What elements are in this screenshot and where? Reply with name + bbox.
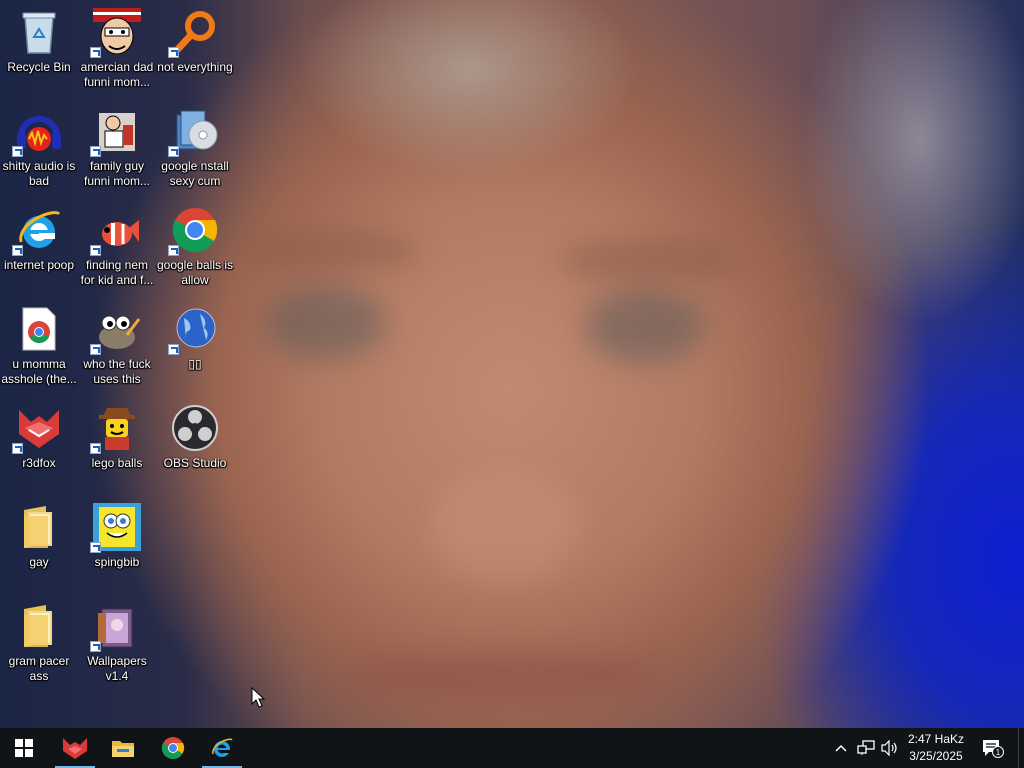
r3dfox-icon xyxy=(63,738,87,759)
start-button[interactable] xyxy=(0,728,48,768)
icon-label: not everything xyxy=(157,60,233,74)
taskbar-file-explorer-button[interactable] xyxy=(99,728,147,768)
network-wired-icon xyxy=(857,740,875,755)
show-hidden-icons-button[interactable] xyxy=(831,728,851,768)
icon-label: ▯▯ xyxy=(188,357,202,371)
desktop-icon-r3dfox[interactable]: r3dfox xyxy=(0,400,78,496)
desktop-icon-finding-nem[interactable]: finding nem for kid and f... xyxy=(78,202,156,298)
desktop-icon-spingbib[interactable]: spingbib xyxy=(78,499,156,595)
folder-icon xyxy=(15,503,63,551)
icon-label: finding nem for kid and f... xyxy=(80,258,154,287)
taskbar-chrome-button[interactable] xyxy=(149,728,197,768)
show-desktop-button[interactable] xyxy=(1018,728,1024,768)
windows-logo-icon xyxy=(15,739,33,757)
shortcut-arrow-icon xyxy=(90,146,101,157)
icon-label: internet poop xyxy=(3,258,75,272)
taskbar-r3dfox-button[interactable] xyxy=(51,728,99,768)
desktop-icon-not-everything[interactable]: not everything xyxy=(156,4,234,100)
icon-label: u momma asshole (the... xyxy=(1,357,77,386)
spongebob-icon xyxy=(90,503,141,553)
icon-label: amercian dad funni mom... xyxy=(80,60,154,89)
shortcut-arrow-icon xyxy=(168,344,179,355)
internet-explorer-icon xyxy=(12,206,63,256)
obs-studio-icon xyxy=(171,404,219,452)
shortcut-arrow-icon xyxy=(90,47,101,58)
desktop-icon-gram-pacer[interactable]: gram pacer ass xyxy=(0,598,78,694)
shortcut-arrow-icon xyxy=(168,47,179,58)
chevron-up-icon xyxy=(835,744,847,752)
shortcut-arrow-icon xyxy=(90,443,101,454)
desktop-icon-google-balls[interactable]: google balls is allow xyxy=(156,202,234,298)
folder-icon xyxy=(15,602,63,650)
shortcut-arrow-icon xyxy=(12,146,23,157)
icon-label: family guy funni mom... xyxy=(83,159,151,188)
desktop-icon-wallpapers[interactable]: Wallpapers v1.4 xyxy=(78,598,156,694)
icon-label: google balls is allow xyxy=(156,258,234,287)
chrome-html-file-icon xyxy=(15,305,63,353)
r3dfox-icon xyxy=(12,404,63,454)
globe-icon xyxy=(168,305,219,355)
desktop-icon-gimp[interactable]: who the fuck uses this xyxy=(78,301,156,397)
icon-label: Wallpapers v1.4 xyxy=(87,654,147,683)
icon-label: OBS Studio xyxy=(163,456,227,470)
lego-figure-icon xyxy=(90,404,141,454)
shortcut-arrow-icon xyxy=(90,245,101,256)
wallpapers-app-icon xyxy=(90,602,141,652)
everything-search-icon xyxy=(168,8,219,58)
shortcut-arrow-icon xyxy=(168,146,179,157)
icon-label: spingbib xyxy=(94,555,140,569)
icon-label: shitty audio is bad xyxy=(2,159,76,188)
desktop-icon-lego-balls[interactable]: lego balls xyxy=(78,400,156,496)
icon-label: gay xyxy=(29,555,49,569)
desktop-icon-family-guy[interactable]: family guy funni mom... xyxy=(78,103,156,199)
audacity-icon xyxy=(12,107,63,157)
notification-count: 1 xyxy=(996,748,1001,757)
action-center-button[interactable]: 1 xyxy=(978,728,1008,768)
mouse-cursor-icon xyxy=(251,687,265,708)
desktop-icon-obs-studio[interactable]: OBS Studio xyxy=(156,400,234,496)
icon-label: who the fuck uses this xyxy=(83,357,151,386)
shortcut-arrow-icon xyxy=(90,641,101,652)
clock-button[interactable]: 2:47 HaKz 3/25/2025 xyxy=(900,731,972,767)
desktop-icon-recycle-bin[interactable]: Recycle Bin xyxy=(0,4,78,100)
desktop-icon-shitty-audio[interactable]: shitty audio is bad xyxy=(0,103,78,199)
recycle-bin-icon xyxy=(15,8,63,56)
installer-disc-icon xyxy=(168,107,219,157)
shortcut-arrow-icon xyxy=(90,344,101,355)
american-dad-icon xyxy=(90,8,141,58)
shortcut-arrow-icon xyxy=(168,245,179,256)
folder-icon xyxy=(112,741,134,757)
icon-label: lego balls xyxy=(91,456,143,470)
internet-explorer-icon xyxy=(212,738,233,757)
clock-time: 2:47 HaKz xyxy=(907,732,965,746)
desktop-icon-u-momma[interactable]: u momma asshole (the... xyxy=(0,301,78,397)
finding-nemo-icon xyxy=(90,206,141,256)
taskbar: 2:47 HaKz 3/25/2025 1 xyxy=(0,728,1024,768)
icon-label: Recycle Bin xyxy=(7,60,71,74)
desktop-icon-amercian-dad[interactable]: amercian dad funni mom... xyxy=(78,4,156,100)
desktop-icon-gay[interactable]: gay xyxy=(0,499,78,595)
shortcut-arrow-icon xyxy=(12,245,23,256)
network-status-button[interactable] xyxy=(855,728,877,768)
icon-label: gram pacer ass xyxy=(8,654,70,683)
desktop-icon-internet-poop[interactable]: internet poop xyxy=(0,202,78,298)
shortcut-arrow-icon xyxy=(90,542,101,553)
taskbar-internet-explorer-button[interactable] xyxy=(198,728,246,768)
desktop-icon-globe[interactable]: ▯▯ xyxy=(156,301,234,397)
volume-button[interactable] xyxy=(879,728,901,768)
notification-icon: 1 xyxy=(983,740,1004,758)
gimp-icon xyxy=(90,305,141,355)
desktop-icon-google-install[interactable]: google nstall sexy cum xyxy=(156,103,234,199)
clock-date: 3/25/2025 xyxy=(909,749,963,763)
chrome-icon xyxy=(161,737,185,759)
icon-label: r3dfox xyxy=(22,456,56,470)
speaker-volume-icon xyxy=(881,740,897,756)
shortcut-arrow-icon xyxy=(12,443,23,454)
family-guy-icon xyxy=(90,107,141,157)
icon-label: google nstall sexy cum xyxy=(161,159,229,188)
chrome-icon xyxy=(168,206,219,256)
